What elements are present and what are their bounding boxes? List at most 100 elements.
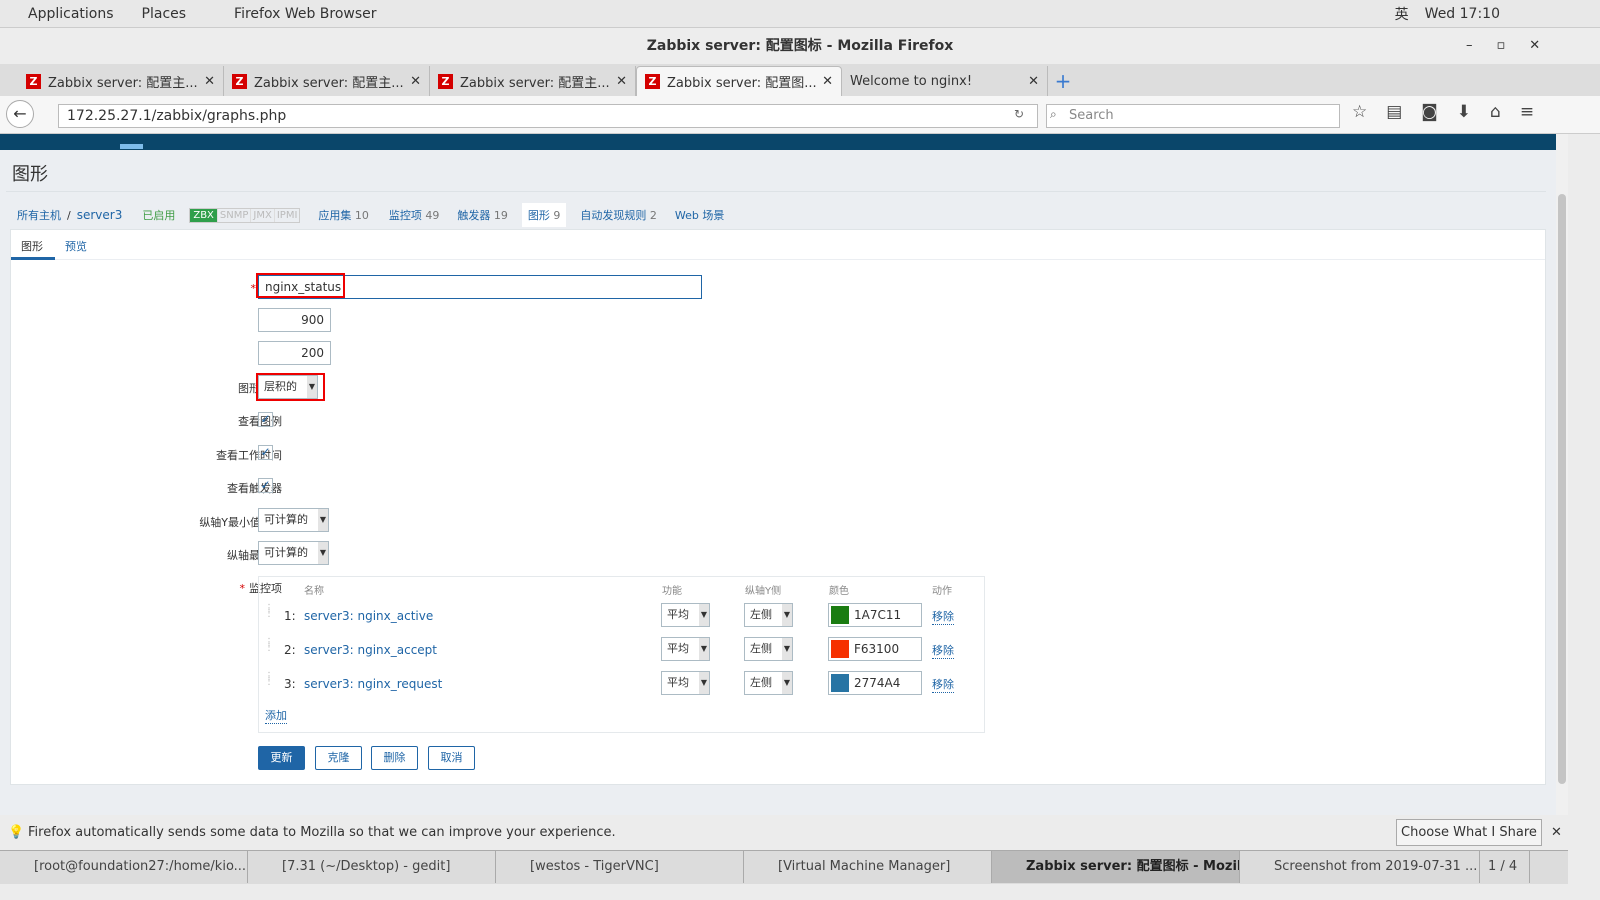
dropdown-arrow-icon: ▼ bbox=[782, 672, 792, 694]
reload-icon[interactable]: ↻ bbox=[1014, 107, 1024, 121]
drag-handle-icon[interactable]: ⋮ ⋮ bbox=[264, 672, 274, 687]
y-axis-side-select[interactable]: 左侧 ▼ bbox=[744, 671, 793, 695]
function-select[interactable]: 平均 ▼ bbox=[661, 671, 710, 695]
remove-item-link[interactable]: 移除 bbox=[932, 608, 954, 625]
taskbar-item[interactable]: [7.31 (~/Desktop) - gedit] bbox=[248, 851, 496, 883]
search-input[interactable]: Search bbox=[1046, 104, 1340, 128]
column-header: 功能 bbox=[662, 586, 682, 597]
color-input[interactable]: 1A7C11 bbox=[828, 603, 922, 627]
all-hosts-link[interactable]: 所有主机 bbox=[17, 207, 61, 223]
window-title: Zabbix server: 配置图标 - Mozilla Firefox bbox=[0, 28, 1600, 64]
graphs-link[interactable]: 图形 9 bbox=[521, 203, 567, 227]
input-method[interactable]: 英 bbox=[1395, 4, 1409, 24]
remove-item-link[interactable]: 移除 bbox=[932, 676, 954, 693]
applications-menu[interactable]: Applications bbox=[28, 6, 114, 22]
column-header: 动作 bbox=[932, 586, 952, 597]
back-button[interactable]: ← bbox=[6, 100, 34, 128]
jmx-badge: JMX bbox=[250, 208, 273, 222]
zabbix-icon: Z bbox=[232, 73, 247, 89]
applications-link[interactable]: 应用集 10 bbox=[318, 207, 369, 223]
choose-what-i-share-button[interactable]: Choose What I Share bbox=[1396, 819, 1542, 846]
items-table: 名称 功能 纵轴Y侧 颜色 动作 ⋮ ⋮ 1: server3: nginx_ac… bbox=[258, 576, 985, 733]
zabbix-top-menu[interactable] bbox=[0, 134, 1556, 150]
close-tab-icon[interactable]: ✕ bbox=[204, 74, 215, 89]
places-menu[interactable]: Places bbox=[142, 6, 187, 22]
close-notification-icon[interactable]: ✕ bbox=[1551, 815, 1562, 850]
app-menu[interactable]: Firefox Web Browser bbox=[234, 6, 377, 22]
host-navigation: 所有主机 / server3 已启用 ZBX SNMP JMX IPMI 应用集 … bbox=[17, 203, 724, 227]
taskbar-item[interactable]: [root@foundation27:/home/kio... bbox=[0, 851, 248, 883]
snmp-badge: SNMP bbox=[216, 208, 251, 222]
dropdown-arrow-icon: ▼ bbox=[699, 672, 709, 694]
color-swatch[interactable] bbox=[831, 674, 849, 692]
new-tab-button[interactable]: + bbox=[1048, 66, 1078, 96]
height-input[interactable]: 200 bbox=[258, 341, 331, 365]
add-item-link[interactable]: 添加 bbox=[265, 707, 287, 724]
browser-tab[interactable]: Welcome to nginx! ✕ bbox=[842, 66, 1048, 96]
dropdown-arrow-icon: ▼ bbox=[318, 542, 328, 564]
browser-tab-active[interactable]: Z Zabbix server: 配置图... ✕ bbox=[636, 66, 842, 96]
width-input[interactable]: 900 bbox=[258, 308, 331, 332]
cancel-button[interactable]: 取消 bbox=[428, 746, 475, 770]
items-link[interactable]: 监控项 49 bbox=[389, 207, 440, 223]
color-swatch[interactable] bbox=[831, 640, 849, 658]
zabbix-icon: Z bbox=[26, 73, 41, 89]
show-worktime-checkbox[interactable]: ✓ bbox=[258, 445, 273, 460]
page-scrollbar[interactable] bbox=[1556, 134, 1568, 815]
item-name-link[interactable]: server3: nginx_request bbox=[304, 677, 442, 691]
color-input[interactable]: F63100 bbox=[828, 637, 922, 661]
show-triggers-checkbox[interactable]: ✓ bbox=[258, 478, 273, 493]
ymax-select[interactable]: 可计算的 ▼ bbox=[258, 541, 329, 565]
clock[interactable]: Wed 17:10 bbox=[1425, 6, 1500, 22]
function-select[interactable]: 平均 ▼ bbox=[661, 603, 710, 627]
show-legend-checkbox[interactable]: ✓ bbox=[258, 412, 273, 427]
dropdown-arrow-icon: ▼ bbox=[782, 638, 792, 660]
delete-button[interactable]: 删除 bbox=[371, 746, 418, 770]
dropdown-arrow-icon: ▼ bbox=[782, 604, 792, 626]
item-name-link[interactable]: server3: nginx_accept bbox=[304, 643, 437, 657]
y-axis-side-select[interactable]: 左侧 ▼ bbox=[744, 603, 793, 627]
drag-handle-icon[interactable]: ⋮ ⋮ bbox=[264, 604, 274, 619]
toolbar-icons[interactable]: ☆▤◙⬇⌂≡ bbox=[1352, 102, 1553, 122]
clone-button[interactable]: 克隆 bbox=[315, 746, 362, 770]
host-link[interactable]: server3 bbox=[77, 208, 123, 222]
browser-tab[interactable]: Z Zabbix server: 配置主... ✕ bbox=[18, 66, 224, 96]
browser-tab[interactable]: Z Zabbix server: 配置主... ✕ bbox=[430, 66, 636, 96]
zabbix-icon: Z bbox=[645, 74, 660, 89]
taskbar-item[interactable]: [Virtual Machine Manager] bbox=[744, 851, 992, 883]
browser-tab[interactable]: Z Zabbix server: 配置主... ✕ bbox=[224, 66, 430, 96]
discovery-link[interactable]: 自动发现规则 2 bbox=[580, 207, 657, 223]
tab-preview[interactable]: 预览 bbox=[65, 238, 87, 254]
taskbar-item-active[interactable]: Zabbix server: 配置图标 - Mozill... bbox=[992, 851, 1240, 883]
close-tab-icon[interactable]: ✕ bbox=[822, 74, 833, 89]
update-button[interactable]: 更新 bbox=[258, 746, 305, 770]
url-bar[interactable]: 172.25.27.1/zabbix/graphs.php bbox=[58, 104, 1038, 128]
drag-handle-icon[interactable]: ⋮ ⋮ bbox=[264, 638, 274, 653]
triggers-link[interactable]: 触发器 19 bbox=[457, 207, 508, 223]
y-axis-side-select[interactable]: 左侧 ▼ bbox=[744, 637, 793, 661]
color-swatch[interactable] bbox=[831, 606, 849, 624]
remove-item-link[interactable]: 移除 bbox=[932, 642, 954, 659]
taskbar-item[interactable]: Screenshot from 2019-07-31 ... bbox=[1240, 851, 1480, 883]
page-title: 图形 bbox=[12, 164, 48, 185]
column-header: 纵轴Y侧 bbox=[745, 586, 782, 597]
close-tab-icon[interactable]: ✕ bbox=[410, 74, 421, 89]
function-select[interactable]: 平均 ▼ bbox=[661, 637, 710, 661]
show-triggers-label: 查看触发器 bbox=[227, 482, 282, 495]
item-number: 3: bbox=[284, 677, 296, 691]
dropdown-arrow-icon: ▼ bbox=[699, 638, 709, 660]
zabbix-icon: Z bbox=[438, 73, 453, 89]
close-tab-icon[interactable]: ✕ bbox=[616, 74, 627, 89]
status-badge[interactable]: 已启用 bbox=[142, 207, 175, 223]
ymin-select[interactable]: 可计算的 ▼ bbox=[258, 508, 329, 532]
workspace-indicator[interactable]: 1 / 4 bbox=[1480, 851, 1530, 883]
item-name-link[interactable]: server3: nginx_active bbox=[304, 609, 433, 623]
web-scenarios-link[interactable]: Web 场景 bbox=[675, 207, 724, 223]
taskbar-item[interactable]: [westos - TigerVNC] bbox=[496, 851, 744, 883]
close-tab-icon[interactable]: ✕ bbox=[1028, 74, 1039, 89]
taskbar: [root@foundation27:/home/kio... [7.31 (~… bbox=[0, 850, 1568, 884]
window-controls[interactable]: –▫✕ bbox=[1466, 38, 1564, 53]
tab-graph[interactable]: 图形 bbox=[21, 238, 43, 254]
column-header: 颜色 bbox=[829, 586, 849, 597]
color-input[interactable]: 2774A4 bbox=[828, 671, 922, 695]
